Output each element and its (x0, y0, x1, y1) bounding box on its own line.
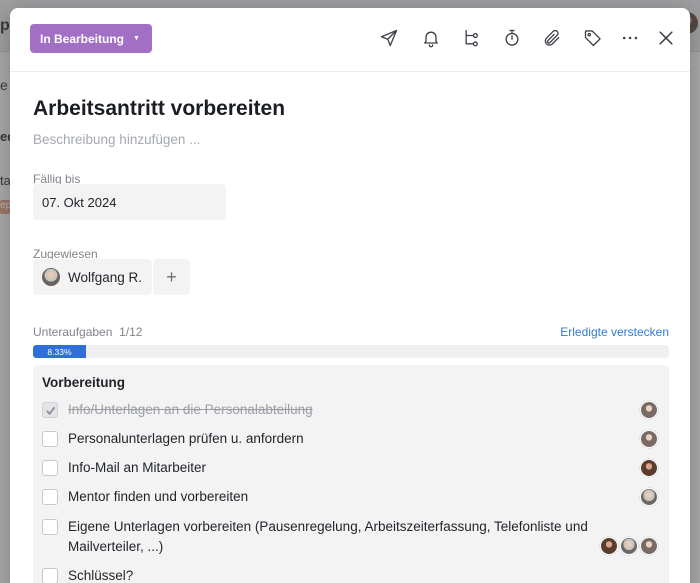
avatar[interactable] (640, 401, 658, 419)
avatar[interactable] (640, 459, 658, 477)
subtasks-label: Unteraufgaben 1/12 (33, 325, 142, 339)
assignee-chip[interactable]: Wolfgang R. (33, 259, 153, 295)
description-input[interactable]: Beschreibung hinzufügen ... (33, 132, 200, 147)
subtask-text[interactable]: Mentor finden und vorbereiten (68, 487, 588, 507)
modal-header: In Bearbeitung ▼ (10, 8, 690, 72)
subtask-checkbox[interactable] (42, 489, 58, 505)
tag-icon[interactable] (582, 27, 604, 49)
close-icon[interactable] (655, 27, 677, 49)
subtask-text[interactable]: Eigene Unterlagen vorbereiten (Pausenreg… (68, 517, 588, 557)
hide-completed-link[interactable]: Erledigte verstecken (560, 325, 669, 339)
subtask-checkbox[interactable] (42, 568, 58, 583)
subtask-text[interactable]: Personalunterlagen prüfen u. anfordern (68, 429, 588, 449)
avatar[interactable] (600, 537, 618, 555)
more-icon[interactable] (619, 27, 641, 49)
subtask-text[interactable]: Info-Mail an Mitarbeiter (68, 458, 588, 478)
subtask-checkbox[interactable] (42, 402, 58, 418)
status-dropdown-button[interactable]: In Bearbeitung ▼ (30, 24, 152, 53)
stopwatch-icon[interactable] (501, 27, 523, 49)
subtask-group: Vorbereitung Info/Unterlagen an die Pers… (33, 365, 669, 583)
bell-icon[interactable] (420, 27, 442, 49)
subtasks-label-text: Unteraufgaben (33, 325, 113, 339)
subtask-checkbox[interactable] (42, 519, 58, 535)
subtask-assignees (640, 488, 658, 506)
subtask-text[interactable]: Info/Unterlagen an die Personalabteilung (68, 400, 588, 420)
status-label: In Bearbeitung (40, 31, 125, 46)
send-icon[interactable] (378, 27, 400, 49)
due-date-field[interactable]: 07. Okt 2024 (33, 184, 226, 220)
subtask-checkbox[interactable] (42, 431, 58, 447)
avatar (42, 268, 60, 286)
subtasks-header: Unteraufgaben 1/12 Erledigte verstecken (33, 325, 669, 341)
subtasks-progress-bar: 8.33% (33, 345, 669, 358)
subtask-text[interactable]: Schlüssel? (68, 566, 588, 583)
subtask-assignees (640, 459, 658, 477)
task-detail-modal: In Bearbeitung ▼ Arbeitsantritt vorberei… (10, 8, 690, 583)
avatar[interactable] (640, 430, 658, 448)
subtask-group-title: Vorbereitung (42, 375, 126, 390)
task-title[interactable]: Arbeitsantritt vorbereiten (33, 97, 285, 121)
subtask-assignees (640, 430, 658, 448)
subtask-checkbox[interactable] (42, 460, 58, 476)
subtasks-count: 1/12 (119, 325, 143, 339)
paperclip-icon[interactable] (541, 27, 563, 49)
avatar[interactable] (640, 488, 658, 506)
caret-down-icon: ▼ (133, 35, 140, 42)
subtask-assignees (600, 537, 658, 555)
avatar[interactable] (620, 537, 638, 555)
checkmark-icon (45, 406, 55, 415)
avatar[interactable] (640, 537, 658, 555)
subtask-tree-icon[interactable] (461, 27, 483, 49)
add-assignee-button[interactable]: + (153, 259, 190, 295)
assignee-name: Wolfgang R. (68, 269, 143, 285)
progress-fill: 8.33% (33, 345, 86, 358)
subtask-assignees (640, 401, 658, 419)
